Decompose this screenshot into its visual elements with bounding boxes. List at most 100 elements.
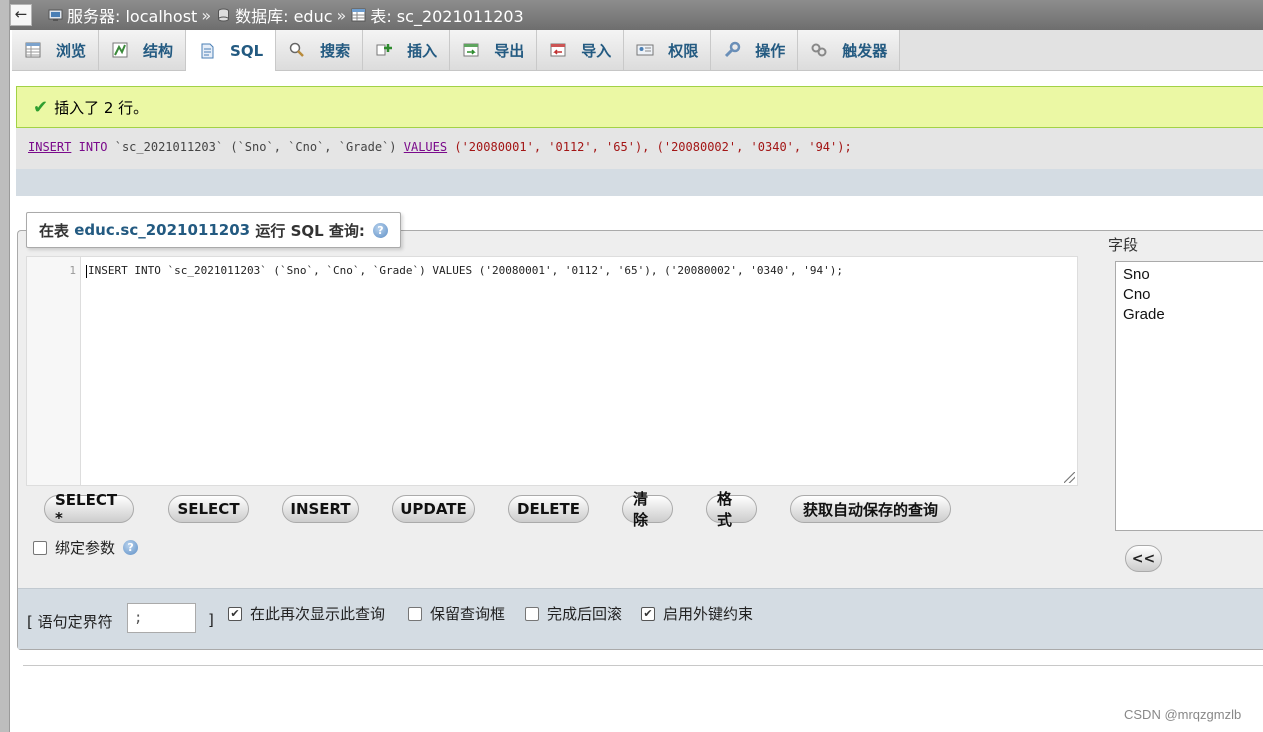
tab-sql-label: SQL — [230, 41, 264, 60]
resize-handle-icon[interactable] — [1064, 472, 1075, 483]
tab-import-label: 导入 — [581, 41, 612, 60]
watermark: CSDN @mrqzgmzlb — [1124, 707, 1242, 722]
sql-keyword[interactable]: INSERT — [28, 140, 71, 154]
bind-parameters-checkbox[interactable] — [33, 540, 47, 555]
field-option[interactable]: Grade — [1116, 305, 1263, 325]
checkmark-icon: ✔ — [33, 96, 49, 118]
sql-keyword[interactable]: VALUES — [404, 140, 447, 154]
delimiter-label: [ 语句定界符 — [27, 613, 113, 631]
text-cursor — [86, 264, 87, 278]
success-message: ✔ 插入了 2 行。 — [16, 86, 1263, 128]
tab-privileges-label: 权限 — [668, 41, 699, 60]
delimiter-close-bracket: ] — [208, 611, 214, 629]
success-text: 插入了 2 行。 — [54, 98, 149, 117]
fields-list[interactable]: Sno Cno Grade — [1115, 261, 1263, 531]
tab-browse-label: 浏览 — [56, 41, 87, 60]
retain-query-box-option[interactable]: 保留查询框 — [408, 603, 505, 624]
tab-export-label: 导出 — [494, 41, 525, 60]
executed-sql: INSERT INTO `sc_2021011203` (`Sno`, `Cno… — [28, 140, 852, 154]
legend-prefix: 在表 — [39, 221, 70, 240]
rollback-option[interactable]: 完成后回滚 — [525, 603, 622, 624]
line-gutter: 1 — [27, 257, 81, 485]
left-scroll-strip — [0, 0, 10, 732]
legend-table: educ.sc_2021011203 — [74, 221, 251, 239]
retain-query-box-checkbox[interactable] — [408, 606, 422, 621]
field-option[interactable]: Sno — [1116, 265, 1263, 285]
tab-insert[interactable]: 插入 — [363, 30, 451, 70]
breadcrumb-database-label: 数据库: educ — [235, 7, 333, 26]
back-arrow-icon: ← — [14, 5, 28, 23]
legend-suffix: 运行 SQL 查询: — [255, 221, 365, 240]
tab-triggers[interactable]: 触发器 — [798, 30, 901, 70]
tab-privileges[interactable]: 权限 — [624, 30, 712, 70]
retain-query-box-label: 保留查询框 — [430, 605, 506, 623]
tab-bar: 浏览 结构 SQL 搜索 插入 导出 导入 权限 操作 触发器 — [12, 30, 1263, 71]
tab-triggers-label: 触发器 — [842, 41, 888, 60]
editor-code[interactable]: INSERT INTO `sc_2021011203` (`Sno`, `Cno… — [86, 264, 843, 278]
foreign-keys-option[interactable]: 启用外键约束 — [641, 603, 753, 624]
sql-editor[interactable]: 1 INSERT INTO `sc_2021011203` (`Sno`, `C… — [26, 256, 1078, 486]
field-option[interactable]: Cno — [1116, 285, 1263, 305]
browse-icon — [25, 42, 41, 58]
rollback-label: 完成后回滚 — [547, 605, 623, 623]
divider — [23, 665, 1263, 666]
triggers-icon — [811, 43, 827, 57]
insert-field-button[interactable]: << — [1125, 545, 1162, 572]
breadcrumb-table-label: 表: sc_2021011203 — [370, 7, 524, 26]
back-button[interactable]: ← — [10, 4, 32, 26]
sql-columns: (`Sno`, `Cno`, `Grade`) — [230, 140, 397, 154]
export-icon — [463, 43, 479, 57]
select-star-button[interactable]: SELECT * — [44, 491, 134, 527]
search-icon — [289, 42, 305, 57]
tab-import[interactable]: 导入 — [537, 30, 625, 70]
server-icon — [48, 9, 63, 21]
tab-browse[interactable]: 浏览 — [12, 30, 100, 70]
get-autosaved-query-button[interactable]: 获取自动保存的查询 — [790, 495, 951, 523]
breadcrumb-separator: » — [336, 5, 347, 25]
foreign-keys-checkbox[interactable] — [641, 606, 655, 621]
fields-label: 字段 — [1108, 236, 1139, 254]
show-query-again-label: 在此再次显示此查询 — [250, 605, 386, 623]
format-button[interactable]: 格式 — [706, 490, 757, 529]
bind-parameters[interactable]: 绑定参数 ? — [33, 537, 139, 558]
operations-icon — [725, 41, 741, 58]
breadcrumb-database[interactable]: 数据库: educ — [216, 3, 333, 27]
clear-button[interactable]: 清除 — [622, 490, 673, 529]
delimiter-input[interactable]: ; — [127, 603, 196, 633]
executed-sql-panel: INSERT INTO `sc_2021011203` (`Sno`, `Cno… — [16, 128, 1263, 196]
editor-code-text: INSERT INTO `sc_2021011203` (`Sno`, `Cno… — [88, 264, 843, 277]
breadcrumb-server[interactable]: 服务器: localhost — [48, 3, 197, 27]
delete-button[interactable]: DELETE — [508, 495, 589, 523]
update-button[interactable]: UPDATE — [392, 495, 475, 523]
sql-table-name: `sc_2021011203` — [114, 140, 224, 154]
sql-actions-bar — [16, 169, 1263, 196]
breadcrumb-separator: » — [201, 5, 212, 25]
foreign-keys-label: 启用外键约束 — [663, 605, 754, 623]
table-icon — [351, 8, 366, 22]
database-icon — [218, 8, 230, 22]
structure-icon — [112, 42, 128, 58]
breadcrumb-table[interactable]: 表: sc_2021011203 — [351, 3, 524, 27]
tab-search-label: 搜索 — [320, 41, 351, 60]
tab-structure[interactable]: 结构 — [99, 30, 187, 70]
breadcrumb: 服务器: localhost » 数据库: educ » 表: sc_20210… — [10, 0, 1263, 30]
tab-operations[interactable]: 操作 — [711, 30, 799, 70]
rollback-checkbox[interactable] — [525, 606, 539, 621]
select-button[interactable]: SELECT — [168, 495, 249, 523]
help-icon[interactable]: ? — [123, 540, 139, 555]
insert-icon — [376, 44, 393, 56]
tab-operations-label: 操作 — [755, 41, 786, 60]
help-icon[interactable]: ? — [372, 222, 388, 238]
tab-structure-label: 结构 — [143, 41, 174, 60]
sql-icon — [201, 43, 214, 58]
tab-export[interactable]: 导出 — [450, 30, 538, 70]
tab-sql[interactable]: SQL — [186, 30, 277, 71]
privileges-icon — [636, 44, 654, 56]
tab-search[interactable]: 搜索 — [276, 30, 364, 70]
show-query-again-option[interactable]: 在此再次显示此查询 — [228, 603, 385, 624]
show-query-again-checkbox[interactable] — [228, 606, 242, 621]
import-icon — [550, 43, 566, 57]
query-legend: 在表 educ.sc_2021011203 运行 SQL 查询: ? — [26, 212, 401, 248]
insert-button[interactable]: INSERT — [282, 495, 359, 523]
breadcrumb-server-label: 服务器: localhost — [67, 7, 198, 26]
